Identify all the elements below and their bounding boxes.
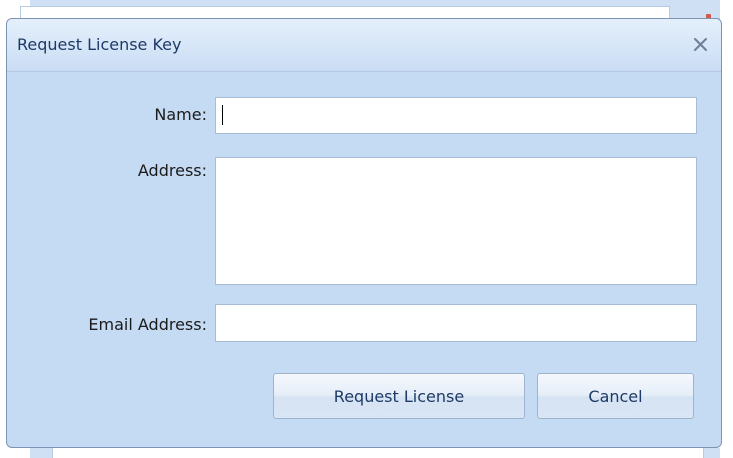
request-license-dialog: Request License Key Name: Address: Email…	[6, 18, 722, 448]
address-field[interactable]	[215, 157, 697, 285]
background-window-bottom-panel	[52, 448, 704, 458]
dialog-title: Request License Key	[17, 35, 182, 54]
name-field[interactable]	[215, 97, 697, 134]
close-icon	[694, 38, 707, 51]
cancel-button[interactable]: Cancel	[537, 373, 694, 419]
name-label: Name:	[154, 105, 207, 124]
request-license-button[interactable]: Request License	[273, 373, 525, 419]
address-label: Address:	[137, 161, 207, 180]
dialog-titlebar: Request License Key	[7, 19, 721, 72]
text-caret	[222, 105, 223, 125]
close-button[interactable]	[689, 31, 713, 57]
email-field[interactable]	[215, 304, 697, 342]
email-label: Email Address:	[88, 315, 207, 334]
